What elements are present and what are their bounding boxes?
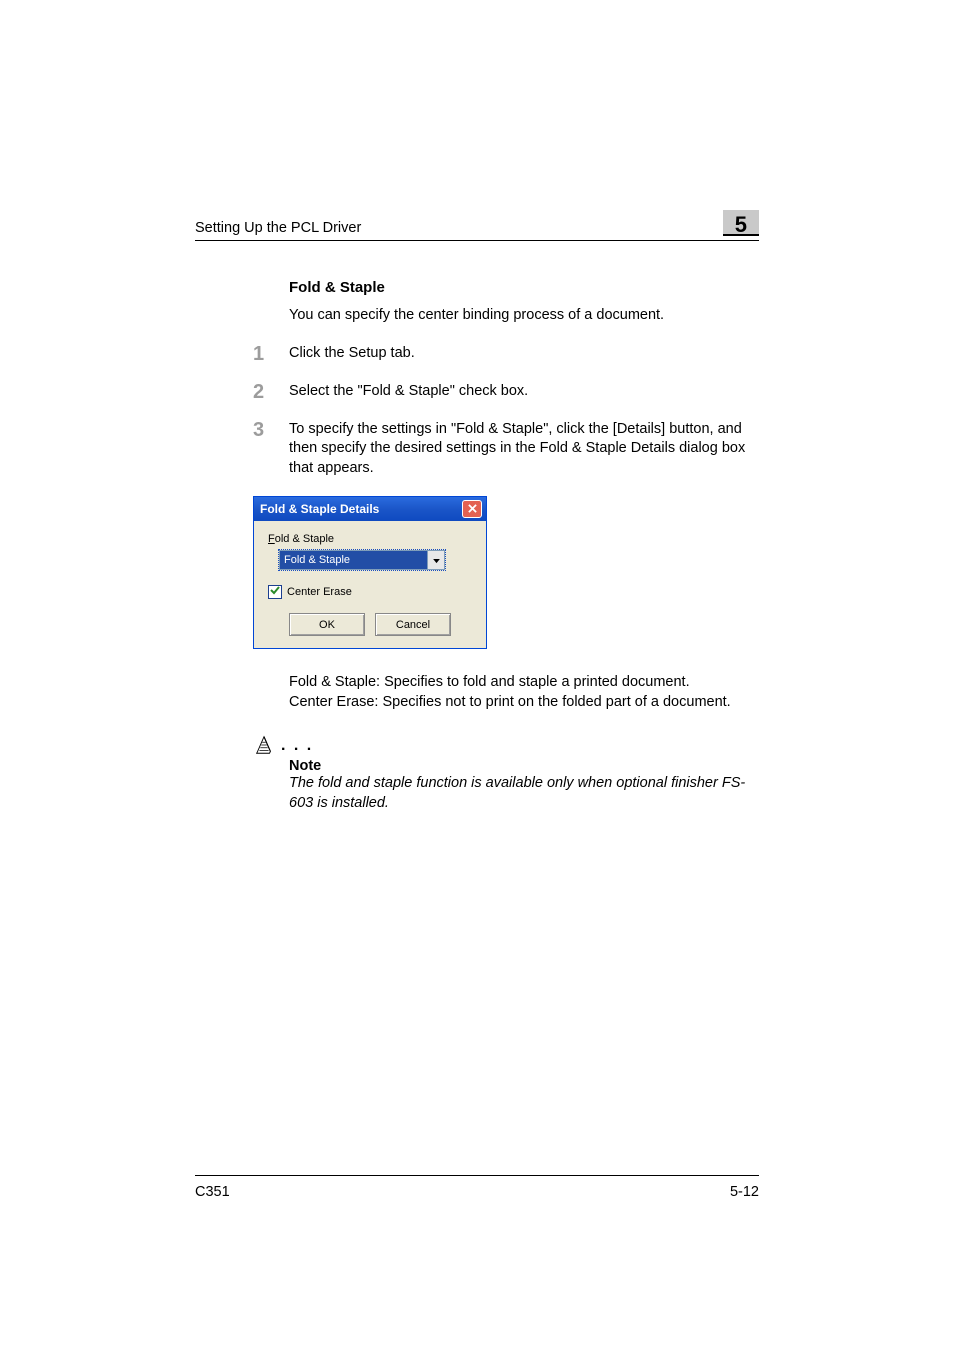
ok-button[interactable]: OK (289, 613, 365, 636)
chapter-number: 5 (735, 212, 747, 238)
dialog-titlebar: Fold & Staple Details (254, 497, 486, 521)
step-text: Select the "Fold & Staple" check box. (289, 382, 528, 402)
page-header: Setting Up the PCL Driver 5 (195, 210, 759, 241)
chevron-down-icon (433, 551, 440, 569)
dialog-body: Fold & Staple Fold & Staple (254, 521, 486, 648)
note-label: Note (289, 758, 759, 774)
footer-model: C351 (195, 1184, 230, 1200)
step-number: 1 (253, 344, 289, 364)
dialog-title-text: Fold & Staple Details (260, 502, 379, 516)
step-number: 2 (253, 382, 289, 402)
close-icon (468, 502, 477, 516)
label-accel: F (268, 533, 275, 545)
label-accel: C (287, 586, 295, 598)
close-button[interactable] (462, 500, 482, 518)
step-item: 1 Click the Setup tab. (289, 344, 759, 364)
chapter-badge: 5 (723, 210, 759, 236)
definition-line: Fold & Staple: Specifies to fold and sta… (289, 673, 759, 693)
definitions-block: Fold & Staple: Specifies to fold and sta… (289, 673, 759, 712)
step-number: 3 (253, 420, 289, 479)
step-item: 2 Select the "Fold & Staple" check box. (289, 382, 759, 402)
select-value: Fold & Staple (279, 550, 427, 570)
note-icon (253, 734, 275, 756)
footer-page: 5-12 (730, 1184, 759, 1200)
dialog-button-row: OK Cancel (268, 613, 472, 636)
step-item: 3 To specify the settings in "Fold & Sta… (289, 420, 759, 479)
steps-list: 1 Click the Setup tab. 2 Select the "Fol… (289, 344, 759, 479)
page-footer: C351 5-12 (195, 1175, 759, 1200)
cancel-button[interactable]: Cancel (375, 613, 451, 636)
center-erase-checkbox[interactable] (268, 585, 282, 599)
note-text: The fold and staple function is availabl… (289, 774, 759, 813)
check-icon (270, 586, 280, 598)
label-rest: enter Erase (295, 586, 352, 598)
center-erase-label: Center Erase (287, 586, 352, 598)
select-dropdown-button[interactable] (427, 550, 445, 570)
fold-staple-dialog: Fold & Staple Details Fold & Staple Fold… (253, 496, 487, 649)
note-dots: . . . (281, 737, 313, 755)
definition-line: Center Erase: Specifies not to print on … (289, 693, 759, 713)
label-rest: old & Staple (275, 533, 334, 545)
section-intro: You can specify the center binding proce… (289, 306, 759, 326)
center-erase-row: Center Erase (268, 585, 472, 599)
step-text: Click the Setup tab. (289, 344, 415, 364)
note-header: . . . (253, 734, 759, 756)
note-block: . . . Note The fold and staple function … (253, 734, 759, 813)
header-title: Setting Up the PCL Driver (195, 220, 361, 236)
step-text: To specify the settings in "Fold & Stapl… (289, 420, 759, 479)
section-title: Fold & Staple (289, 279, 759, 296)
fold-staple-label: Fold & Staple (268, 533, 472, 545)
fold-staple-select[interactable]: Fold & Staple (278, 549, 446, 571)
